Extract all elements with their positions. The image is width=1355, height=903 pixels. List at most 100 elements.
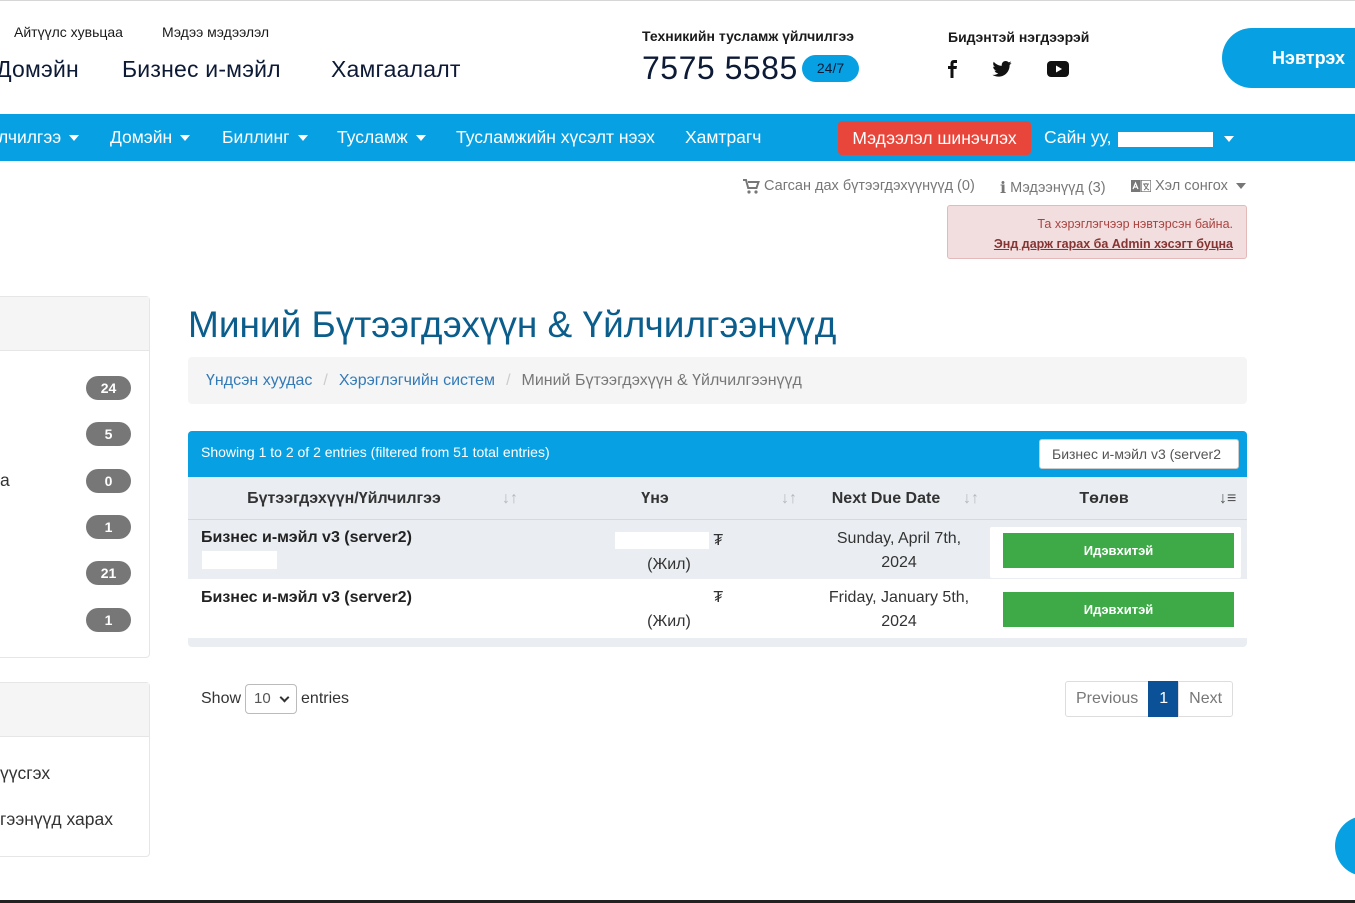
column-header-due-date[interactable]: Next Due Date: [810, 477, 962, 520]
billing-cycle: (Жил): [647, 613, 691, 630]
redacted-domain: [202, 551, 277, 569]
sidebar-count-badge: 1: [86, 608, 131, 632]
sidebar-panel-header: [0, 297, 149, 351]
chat-widget-button[interactable]: [1335, 816, 1355, 876]
chevron-down-icon: [297, 135, 308, 142]
support-label: Техникийн тусламж үйлчилгээ: [642, 28, 855, 44]
breadcrumb-client-area[interactable]: Хэрэглэгчийн систем: [339, 372, 495, 390]
table-row[interactable]: Бизнес и-мэйл v3 (server2) ₮ (Жил) Frida…: [188, 579, 1247, 638]
nav-support[interactable]: Тусламж: [337, 114, 426, 161]
notices-label: Мэдээнүүд (3): [1010, 179, 1106, 196]
column-header-status[interactable]: Төлөв: [1024, 477, 1184, 520]
price-cell: ₮ (Жил): [588, 586, 750, 634]
alert-text: Та хэрэглэгчээр нэвтэрсэн байна.: [1037, 217, 1233, 231]
update-info-button[interactable]: Мэдээлэл шинэчлэх: [838, 121, 1031, 155]
sidebar-item-create[interactable]: үүсгэх: [0, 763, 50, 784]
pagination: Previous 1 Next: [1065, 681, 1234, 717]
contact-label: Бидэнтэй нэгдээрэй: [948, 29, 1090, 45]
due-date-line: Friday, January 5th,: [828, 589, 970, 606]
show-label: Show: [201, 690, 242, 707]
pagination-next[interactable]: Next: [1178, 681, 1234, 717]
return-to-admin-link[interactable]: Энд дарж гарах ба Admin хэсэгт буцна: [994, 237, 1233, 251]
link-stock[interactable]: Айтүүлс хувьцаа: [14, 24, 123, 40]
redacted-price: [614, 532, 709, 550]
currency-symbol: ₮: [713, 532, 724, 549]
services-table: Showing 1 to 2 of 2 entries (filtered fr…: [188, 431, 1247, 647]
breadcrumb-home[interactable]: Үндсэн хуудас: [206, 372, 312, 390]
table-search-input[interactable]: Бизнес и-мэйл v3 (server2: [1039, 439, 1239, 469]
nav-support-label: Тусламж: [337, 127, 408, 147]
price-cell: ₮ (Жил): [588, 529, 750, 577]
page-length-control: Show 10 entries: [201, 684, 349, 714]
chevron-down-icon: [180, 135, 191, 142]
chevron-down-icon: [415, 135, 426, 142]
page-root: Айтүүлс хувьцаа Мэдээ мэдээлэл Домэйн Би…: [0, 0, 1355, 903]
youtube-icon[interactable]: [1047, 58, 1069, 80]
sidebar-count-badge: 1: [86, 515, 131, 539]
due-date-year: 2024: [881, 554, 917, 571]
top-border: [0, 0, 1355, 1]
twitter-icon[interactable]: [991, 58, 1013, 80]
nav-business-email-link[interactable]: Бизнес и-мэйл: [122, 56, 281, 83]
sort-desc-icon[interactable]: ↓≡: [1219, 477, 1236, 520]
language-label: Хэл сонгох: [1155, 178, 1228, 194]
language-selector[interactable]: Хэл сонгох: [1131, 178, 1246, 194]
pagination-previous[interactable]: Previous: [1065, 681, 1150, 717]
notices-link[interactable]: i Мэдээнүүд (3): [1000, 178, 1106, 197]
sidebar-item-view[interactable]: гээнүүд харах: [0, 809, 113, 830]
nav-domain[interactable]: Домэйн: [110, 114, 191, 161]
currency-symbol: ₮: [713, 589, 724, 606]
breadcrumb-current: Миний Бүтээгдэхүүн & Үйлчилгээнүүд: [521, 371, 802, 389]
cart-label: Сагсан дах бүтээгдэхүүнүүд (0): [764, 178, 975, 194]
nav-open-ticket[interactable]: Тусламжийн хүсэлт нээх: [456, 114, 655, 161]
sidebar-item-label[interactable]: а: [0, 470, 10, 491]
due-date-cell: Friday, January 5th, 2024: [810, 586, 988, 634]
entries-select[interactable]: 10: [245, 684, 298, 714]
support-badge: 24/7: [802, 55, 859, 82]
table-header: Бүтээгдэхүүн/Үйлчилгээ ↓↑ Үнэ ↓↑ Next Du…: [188, 477, 1247, 520]
column-header-product[interactable]: Бүтээгдэхүүн/Үйлчилгээ: [188, 477, 500, 520]
info-icon: i: [1000, 178, 1007, 197]
support-phone[interactable]: 7575 5585: [642, 50, 798, 87]
due-date-line: Sunday, April 7th,: [836, 530, 962, 547]
entries-value: 10: [254, 690, 271, 707]
breadcrumb-separator: /: [506, 371, 511, 389]
sidebar-count-badge: 0: [86, 469, 131, 493]
chevron-down-icon: [279, 692, 290, 703]
nav-services[interactable]: лчилгээ: [0, 114, 80, 161]
column-header-price[interactable]: Үнэ: [588, 477, 722, 520]
table-info: Showing 1 to 2 of 2 entries (filtered fr…: [201, 444, 550, 460]
nav-affiliate[interactable]: Хамтрагч: [685, 114, 761, 161]
nav-domain-link[interactable]: Домэйн: [0, 56, 79, 83]
sidebar-panel-header: [0, 683, 149, 737]
product-name[interactable]: Бизнес и-мэйл v3 (server2): [201, 589, 412, 607]
entries-label: entries: [301, 690, 350, 707]
nav-domain-label: Домэйн: [110, 127, 173, 147]
link-news[interactable]: Мэдээ мэдээлэл: [162, 24, 269, 40]
sort-icon[interactable]: ↓↑: [781, 477, 797, 520]
table-row[interactable]: Бизнес и-мэйл v3 (server2) ₮ (Жил) Sunda…: [188, 520, 1247, 579]
user-greeting[interactable]: Сайн уу,: [1044, 114, 1111, 161]
chevron-down-icon: [1235, 183, 1246, 189]
language-icon: [1131, 180, 1151, 192]
nav-billing-label: Биллинг: [222, 127, 290, 147]
login-button[interactable]: Нэвтрэх: [1222, 28, 1355, 88]
chevron-down-icon[interactable]: [1224, 136, 1234, 142]
nav-services-label: лчилгээ: [0, 127, 62, 147]
due-date-cell: Sunday, April 7th, 2024: [810, 527, 988, 575]
page-title: Миний Бүтээгдэхүүн & Үйлчилгээнүүд: [188, 304, 837, 345]
sidebar-count-badge: 24: [86, 376, 131, 400]
cart-icon: [743, 178, 760, 194]
sort-icon[interactable]: ↓↑: [502, 477, 518, 520]
due-date-year: 2024: [881, 613, 917, 630]
sort-icon[interactable]: ↓↑: [963, 477, 979, 520]
status-badge: Идэвхитэй: [1003, 592, 1234, 627]
facebook-icon[interactable]: [941, 58, 963, 80]
nav-security-link[interactable]: Хамгаалалт: [331, 56, 461, 83]
nav-billing[interactable]: Биллинг: [222, 114, 308, 161]
pagination-page-1[interactable]: 1: [1148, 681, 1180, 717]
cart-link[interactable]: Сагсан дах бүтээгдэхүүнүүд (0): [743, 178, 975, 194]
breadcrumb-separator: /: [323, 371, 328, 389]
product-name[interactable]: Бизнес и-мэйл v3 (server2): [201, 529, 412, 547]
sidebar-count-badge: 5: [86, 422, 131, 446]
